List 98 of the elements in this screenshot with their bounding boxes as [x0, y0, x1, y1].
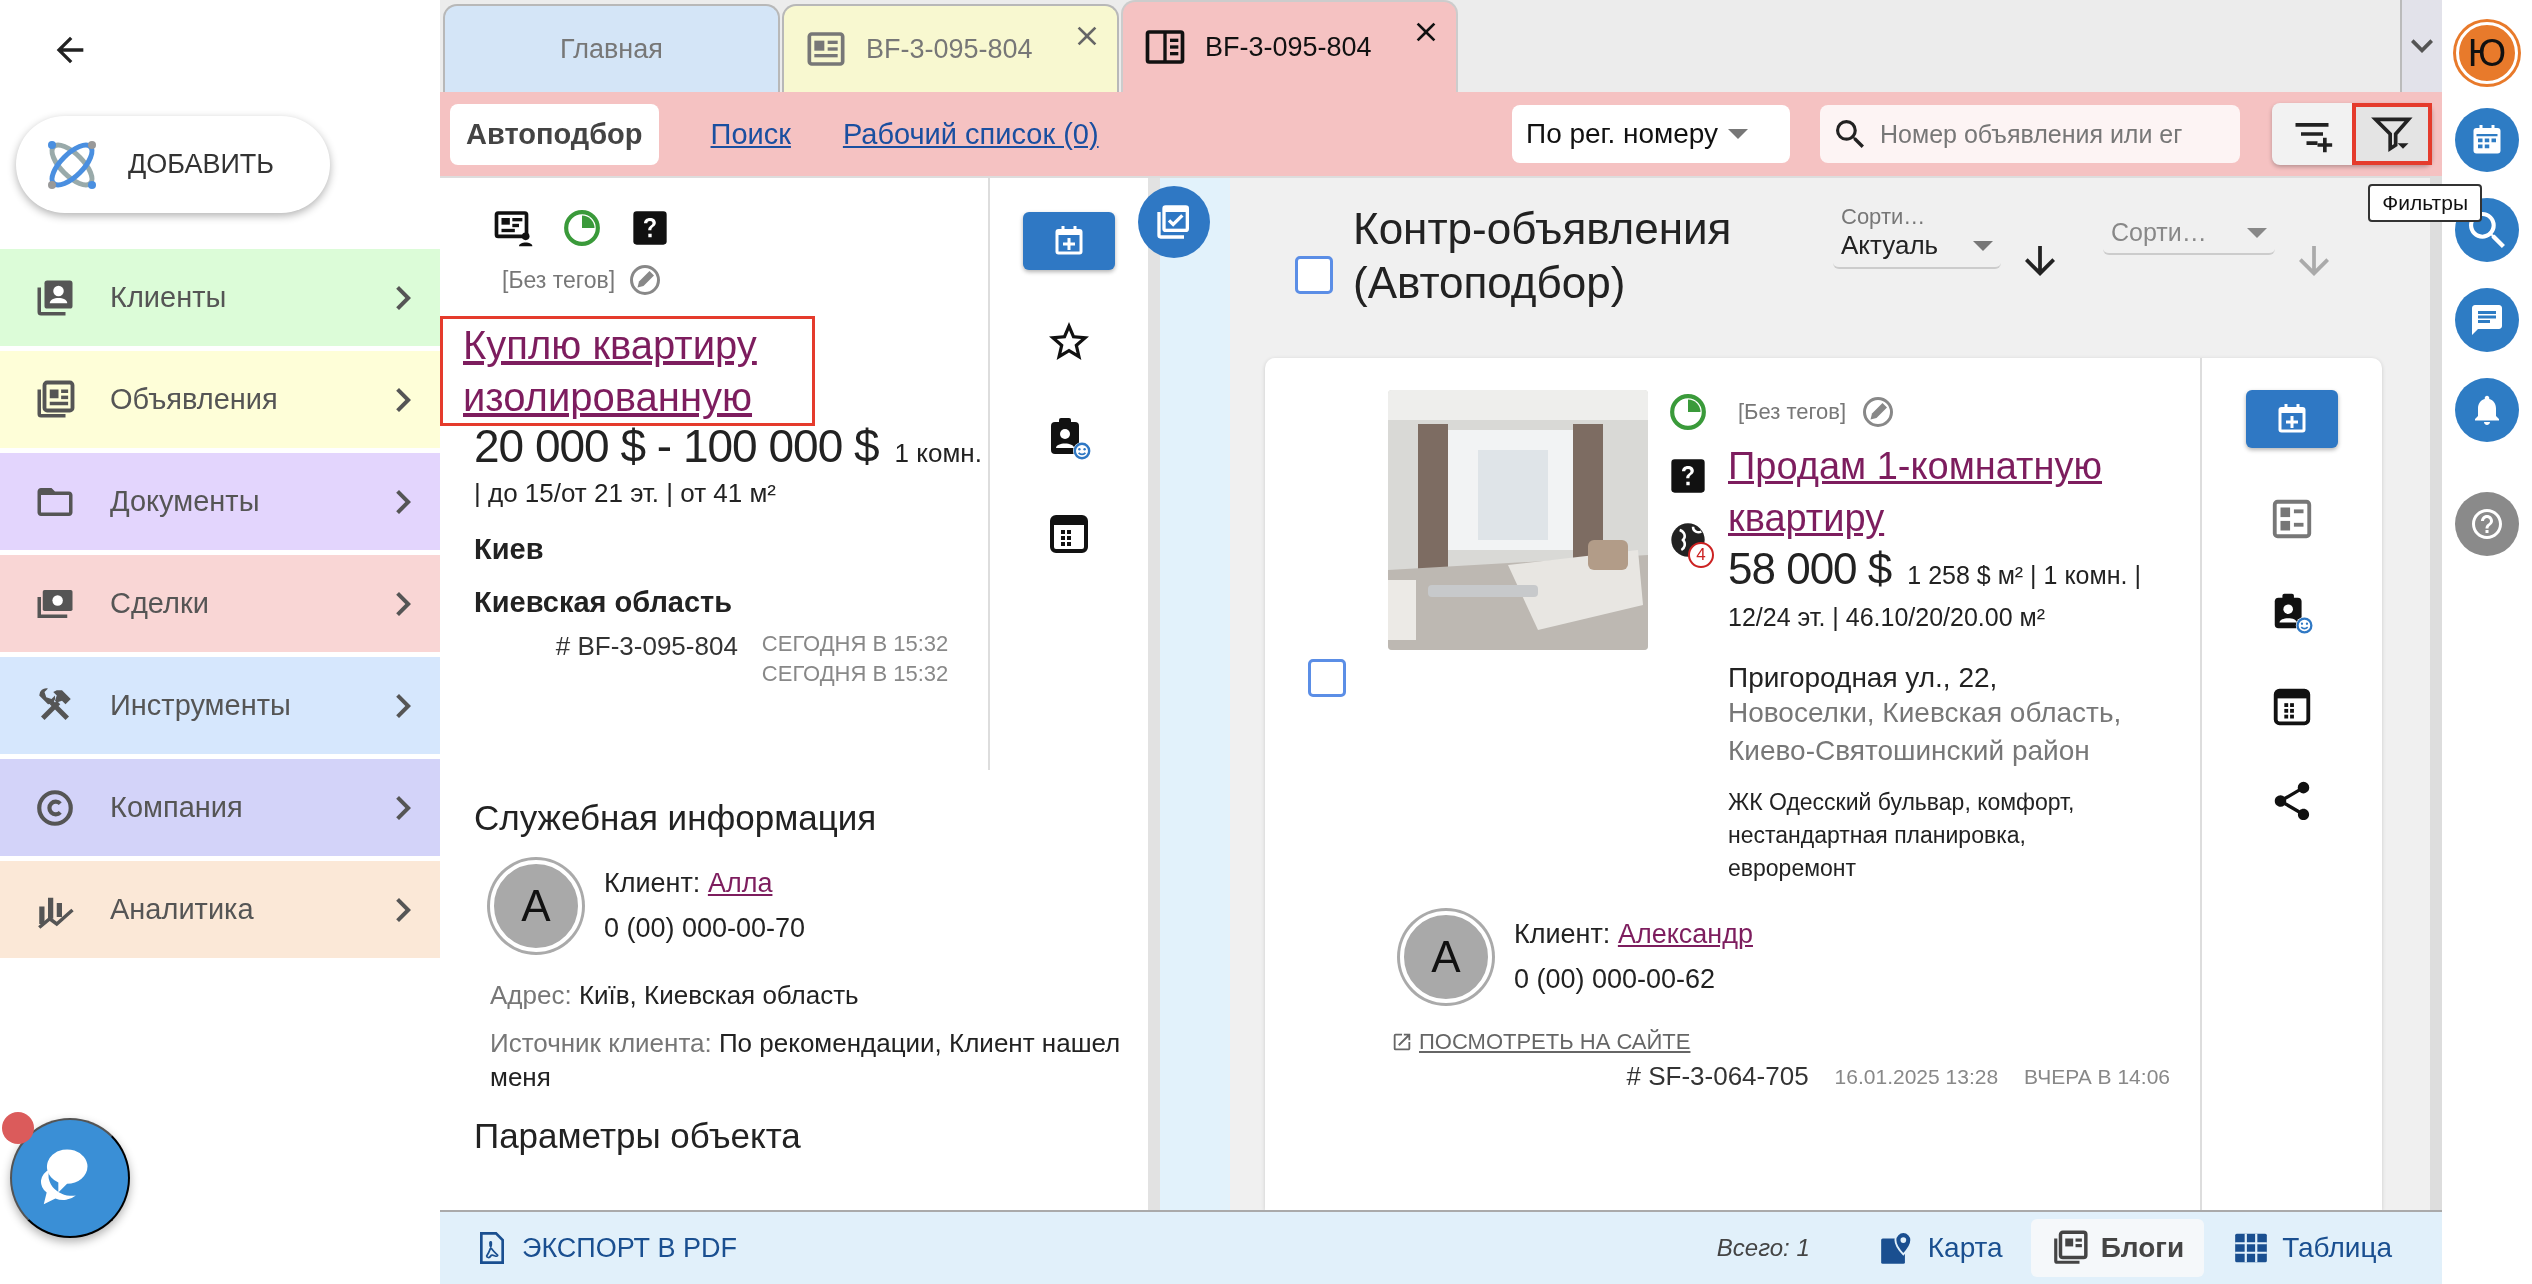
listing-title-link[interactable]: Продам 1-комнатную квартиру [1728, 440, 2148, 544]
price-details: 20 000 $ - 100 000 $ 1 комн. | до 15/от 21 эт. | от 41 м² [474, 428, 983, 510]
menu-label: Компания [110, 791, 244, 824]
chevron-right-icon [396, 285, 412, 310]
tab-overflow-button[interactable] [2400, 0, 2442, 92]
menu-item[interactable]: Объявления [0, 351, 440, 448]
tab-label: BF-3-095-804 [866, 33, 1033, 65]
tab[interactable]: BF-3-095-804 [1121, 0, 1458, 92]
street-address: Пригородная ул., 22, [1728, 662, 1999, 694]
chat-button[interactable] [10, 1118, 130, 1238]
count-badge: 4 [1688, 542, 1714, 568]
timestamp: СЕГОДНЯ В 15:32 [761, 631, 949, 657]
select-value: По рег. номеру [1526, 118, 1719, 150]
section-title: Контр-объявления (Автоподбор) [1353, 203, 1733, 309]
checkbox[interactable] [1295, 256, 1333, 294]
search-icon [1836, 120, 1864, 148]
menu-label: Документы [110, 485, 261, 518]
pie-clock-icon [1668, 392, 1708, 432]
tab-label: Главная [560, 33, 663, 65]
help-icon [2469, 506, 2505, 542]
checkbox[interactable] [1307, 658, 1346, 697]
user-avatar[interactable]: Ю [2456, 22, 2518, 84]
total-count: Всего: 1 [1716, 1234, 1810, 1262]
question-icon [630, 208, 670, 248]
chevron-right-icon [396, 591, 412, 616]
menu-item[interactable]: Инструменты [0, 657, 440, 754]
menu-label: Объявления [110, 383, 279, 416]
question-icon [1668, 456, 1708, 496]
phone-number: 0 (00) 000-00-70 [604, 913, 806, 944]
dropdown-icon [1728, 129, 1749, 139]
chevron-down-icon [2411, 39, 2433, 53]
tooltip: Фильтры [2368, 184, 2482, 222]
description: ЖК Одесский бульвар, комфорт, нестандартная планировка, евроремонт [1728, 788, 2076, 883]
menu-label: Клиенты [110, 281, 228, 314]
pie-clock-icon [562, 208, 602, 248]
chevron-right-icon [396, 897, 412, 922]
timestamp: 16.01.2025 13:28 [1834, 1064, 1999, 1089]
tags-label: [Без тегов] [502, 266, 616, 294]
export-pdf-button[interactable]: ЭКСПОРТ В PDF [470, 1229, 744, 1267]
tab[interactable]: BF-3-095-804 [782, 4, 1119, 92]
view-toggle[interactable]: Таблица [2212, 1219, 2412, 1277]
city: Киев [474, 533, 545, 566]
region: Киевская область [474, 586, 734, 619]
tags-label: [Без тегов] [1738, 399, 1847, 425]
menu-item[interactable]: Клиенты [0, 249, 440, 346]
info-field: Адрес: Київ, Киевская область [490, 978, 1130, 1012]
view-toggle[interactable]: Карта [1857, 1219, 2023, 1277]
listing-card-icon [804, 29, 848, 69]
avatar: А [490, 860, 582, 952]
menu-item[interactable]: Сделки [0, 555, 440, 652]
chevron-right-icon [396, 795, 412, 820]
client-link[interactable]: Александр [1617, 919, 1753, 949]
menu-item[interactable]: Компания [0, 759, 440, 856]
view-on-site-link[interactable]: ПОСМОТРЕТЬ НА САЙТЕ [1391, 1029, 2200, 1055]
listing-number: # BF-3-095-804 [555, 631, 738, 662]
search-icon [2469, 212, 2505, 248]
link[interactable]: Поиск [710, 107, 791, 161]
sort-arrow-icon[interactable] [2025, 246, 2055, 276]
timestamp: СЕГОДНЯ В 15:32 [761, 661, 949, 687]
chevron-right-icon [396, 693, 412, 718]
sort-arrow-icon [2299, 246, 2329, 276]
timestamp: ВЧЕРА В 14:06 [2024, 1064, 2170, 1089]
menu-label: Аналитика [110, 893, 255, 926]
client-label: Клиент: Алла [604, 868, 774, 899]
subtab[interactable]: Автоподбор [450, 103, 659, 165]
add-event-button[interactable] [1023, 212, 1116, 270]
listing-number: # SF-3-064-705 [1626, 1061, 1809, 1092]
chevron-right-icon [396, 387, 412, 412]
phone-number: 0 (00) 000-00-62 [1514, 964, 1717, 995]
section-heading: Параметры объекта [474, 1116, 802, 1156]
link[interactable]: Рабочий список (0) [842, 107, 1099, 161]
menu-item[interactable]: Документы [0, 453, 440, 550]
chevron-right-icon [396, 489, 412, 514]
locality: Новоселки, Киевская область, Киево-Святошинский район [1728, 696, 2123, 768]
avatar: А [1400, 911, 1492, 1003]
client-label: Клиент: Александр [1514, 919, 1753, 950]
external-link-icon [1391, 1031, 1413, 1053]
menu-label: Инструменты [110, 689, 292, 722]
section-heading: Служебная информация [474, 798, 878, 838]
search-mode-select[interactable]: По рег. номеру [1512, 105, 1790, 163]
sort-select[interactable]: Сорти… Актуаль [1833, 204, 2001, 269]
chat-icon [2469, 302, 2505, 338]
listing-title-link[interactable]: Куплю квартиру изолированную [440, 316, 815, 426]
view-toggle[interactable]: Блоги [2030, 1219, 2205, 1277]
menu-item[interactable]: Аналитика [0, 861, 440, 958]
dropdown-icon [2247, 227, 2267, 238]
add-event-button[interactable] [2246, 390, 2338, 448]
filter-button[interactable] [2352, 103, 2432, 165]
listing-person-icon [494, 208, 534, 248]
info-field: Источник клиента: По рекомендации, Клиент нашел меня [490, 1026, 1130, 1094]
dropdown-icon [1973, 240, 1993, 251]
tab-label: BF-3-095-804 [1205, 31, 1372, 63]
add-button[interactable]: ДОБАВИТЬ [16, 116, 330, 213]
open-book-icon [1143, 27, 1187, 67]
menu-label: Сделки [110, 587, 210, 620]
price-details: 58 000 $ 1 258 $ м² | 1 комн. | 12/24 эт. | 46.10/20/20.00 м² [1728, 550, 2142, 633]
client-link[interactable]: Алла [707, 868, 773, 898]
search-field[interactable]: Номер объявления или ег [1820, 105, 2240, 163]
